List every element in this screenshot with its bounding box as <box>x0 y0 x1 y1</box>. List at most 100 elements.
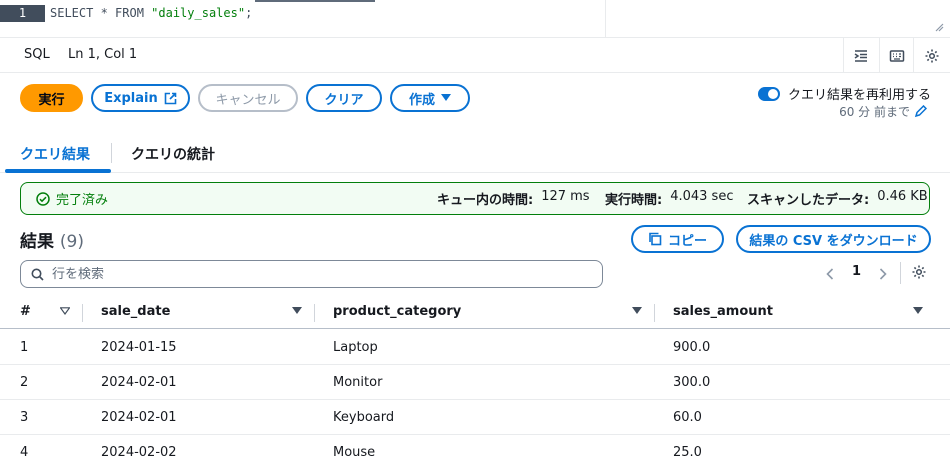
data-scanned: スキャンしたデータ: 0.46 KB <box>747 189 928 208</box>
pencil-icon[interactable] <box>914 105 927 118</box>
editor-settings-button[interactable] <box>913 38 950 73</box>
cell-sales-amount: 900.0 <box>673 340 711 355</box>
column-header-product-category[interactable]: product_category <box>333 304 461 319</box>
current-page[interactable]: 1 <box>852 264 861 279</box>
run-button[interactable]: 実行 <box>20 84 83 112</box>
cell-sales-amount: 60.0 <box>673 410 702 425</box>
column-divider[interactable] <box>82 304 83 322</box>
pager-divider <box>900 262 901 284</box>
language-label: SQL <box>24 47 50 62</box>
next-page-icon[interactable] <box>879 268 887 280</box>
execution-time-label: 実行時間: <box>605 193 663 208</box>
cell-product-category: Mouse <box>333 445 376 460</box>
reuse-age-setting[interactable]: 60 分 前まで <box>839 103 927 120</box>
sort-icon[interactable] <box>292 307 302 315</box>
status-banner: 完了済み キュー内の時間: 127 ms 実行時間: 4.043 sec スキャンし… <box>20 182 930 215</box>
line-number: 1 <box>0 5 45 22</box>
check-circle-icon <box>36 191 50 206</box>
cancel-label: キャンセル <box>215 92 281 108</box>
cell-product-category: Keyboard <box>333 410 395 425</box>
explain-label: Explain <box>104 90 158 106</box>
clear-label: クリア <box>324 92 364 108</box>
column-divider[interactable] <box>314 304 315 322</box>
gear-icon <box>925 49 939 62</box>
clear-button[interactable]: クリア <box>306 84 382 112</box>
create-dropdown-button[interactable]: 作成 <box>390 84 470 112</box>
result-tabs: クエリ結果 クエリの統計 <box>0 131 950 173</box>
keyboard-shortcuts-button[interactable] <box>879 38 913 73</box>
cell-sale-date: 2024-01-15 <box>101 340 177 355</box>
data-scanned-value: 0.46 KB <box>877 189 928 204</box>
previous-page-icon[interactable] <box>826 268 834 280</box>
resize-handle-icon[interactable] <box>934 22 944 32</box>
table-row: 4 2024-02-02 Mouse 25.0 <box>0 435 950 469</box>
code-string: "daily_sales" <box>151 6 246 20</box>
keyboard-icon <box>889 49 904 62</box>
format-button[interactable] <box>843 38 877 73</box>
editor-print-margin <box>605 0 606 38</box>
run-label: 実行 <box>38 92 65 108</box>
queue-time-value: 127 ms <box>541 189 590 204</box>
cell-sales-amount: 300.0 <box>673 375 711 390</box>
cell-index: 4 <box>20 445 29 460</box>
search-icon <box>31 268 44 281</box>
execution-time: 実行時間: 4.043 sec <box>605 189 733 208</box>
reuse-label: クエリ結果を再利用する <box>787 88 931 103</box>
status-completed: 完了済み <box>36 189 108 208</box>
table-settings-icon[interactable] <box>911 264 927 280</box>
table-row: 1 2024-01-15 Laptop 900.0 <box>0 330 950 365</box>
data-scanned-label: スキャンしたデータ: <box>747 193 870 208</box>
cell-sale-date: 2024-02-02 <box>101 445 177 460</box>
column-header-sales-amount[interactable]: sales_amount <box>673 304 773 319</box>
code-line[interactable]: SELECT * FROM "daily_sales"; <box>50 5 252 22</box>
cell-index: 1 <box>20 340 29 355</box>
queue-time: キュー内の時間: 127 ms <box>437 189 590 208</box>
sort-icon[interactable] <box>632 307 642 315</box>
download-csv-label: 結果の CSV をダウンロード <box>749 233 918 249</box>
cell-index: 3 <box>20 410 29 425</box>
cell-sales-amount: 25.0 <box>673 445 702 460</box>
column-header-sale-date[interactable]: sale_date <box>101 304 170 319</box>
explain-button[interactable]: Explain <box>91 84 190 112</box>
cell-product-category: Monitor <box>333 375 383 390</box>
search-input[interactable] <box>52 266 572 282</box>
toggle-switch[interactable] <box>757 86 780 101</box>
results-heading: 結果 (9) <box>20 227 84 252</box>
tab-query-results[interactable]: クエリ結果 <box>20 144 90 164</box>
cell-sale-date: 2024-02-01 <box>101 375 177 390</box>
copy-icon <box>649 232 662 246</box>
editor-scroll-indicator <box>255 0 375 2</box>
execution-time-value: 4.043 sec <box>670 189 734 204</box>
download-csv-button[interactable]: 結果の CSV をダウンロード <box>736 225 931 253</box>
reuse-results-toggle[interactable]: クエリ結果を再利用する <box>757 84 931 103</box>
cancel-button: キャンセル <box>198 84 298 112</box>
results-title: 結果 <box>20 232 54 252</box>
queue-time-label: キュー内の時間: <box>437 193 534 208</box>
tab-query-stats[interactable]: クエリの統計 <box>131 144 215 164</box>
active-tab-indicator <box>5 169 111 173</box>
row-search[interactable] <box>20 260 603 288</box>
tab-divider <box>111 143 112 163</box>
external-link-icon <box>164 92 177 104</box>
caret-down-icon <box>441 94 451 101</box>
table-row: 2 2024-02-01 Monitor 300.0 <box>0 365 950 400</box>
copy-label: コピー <box>667 233 707 249</box>
status-text: 完了済み <box>56 193 109 208</box>
column-header-index[interactable]: # <box>20 304 31 319</box>
copy-button[interactable]: コピー <box>631 225 724 253</box>
cell-sale-date: 2024-02-01 <box>101 410 177 425</box>
sql-editor[interactable]: 1 SELECT * FROM "daily_sales"; <box>0 0 950 38</box>
sort-icon[interactable] <box>913 307 923 315</box>
table-header: # sale_date product_category sales_amoun… <box>0 295 950 329</box>
indent-icon <box>854 49 867 62</box>
code-keyword: SELECT * FROM <box>50 6 152 20</box>
cursor-position: Ln 1, Col 1 <box>68 47 138 62</box>
create-label: 作成 <box>408 92 435 108</box>
table-row: 3 2024-02-01 Keyboard 60.0 <box>0 400 950 435</box>
editor-status-bar: SQL Ln 1, Col 1 <box>0 38 950 73</box>
sort-icon[interactable] <box>60 307 70 315</box>
cell-index: 2 <box>20 375 29 390</box>
cell-product-category: Laptop <box>333 340 378 355</box>
column-divider[interactable] <box>654 304 655 322</box>
reuse-age-text: 60 分 前まで <box>839 105 910 119</box>
